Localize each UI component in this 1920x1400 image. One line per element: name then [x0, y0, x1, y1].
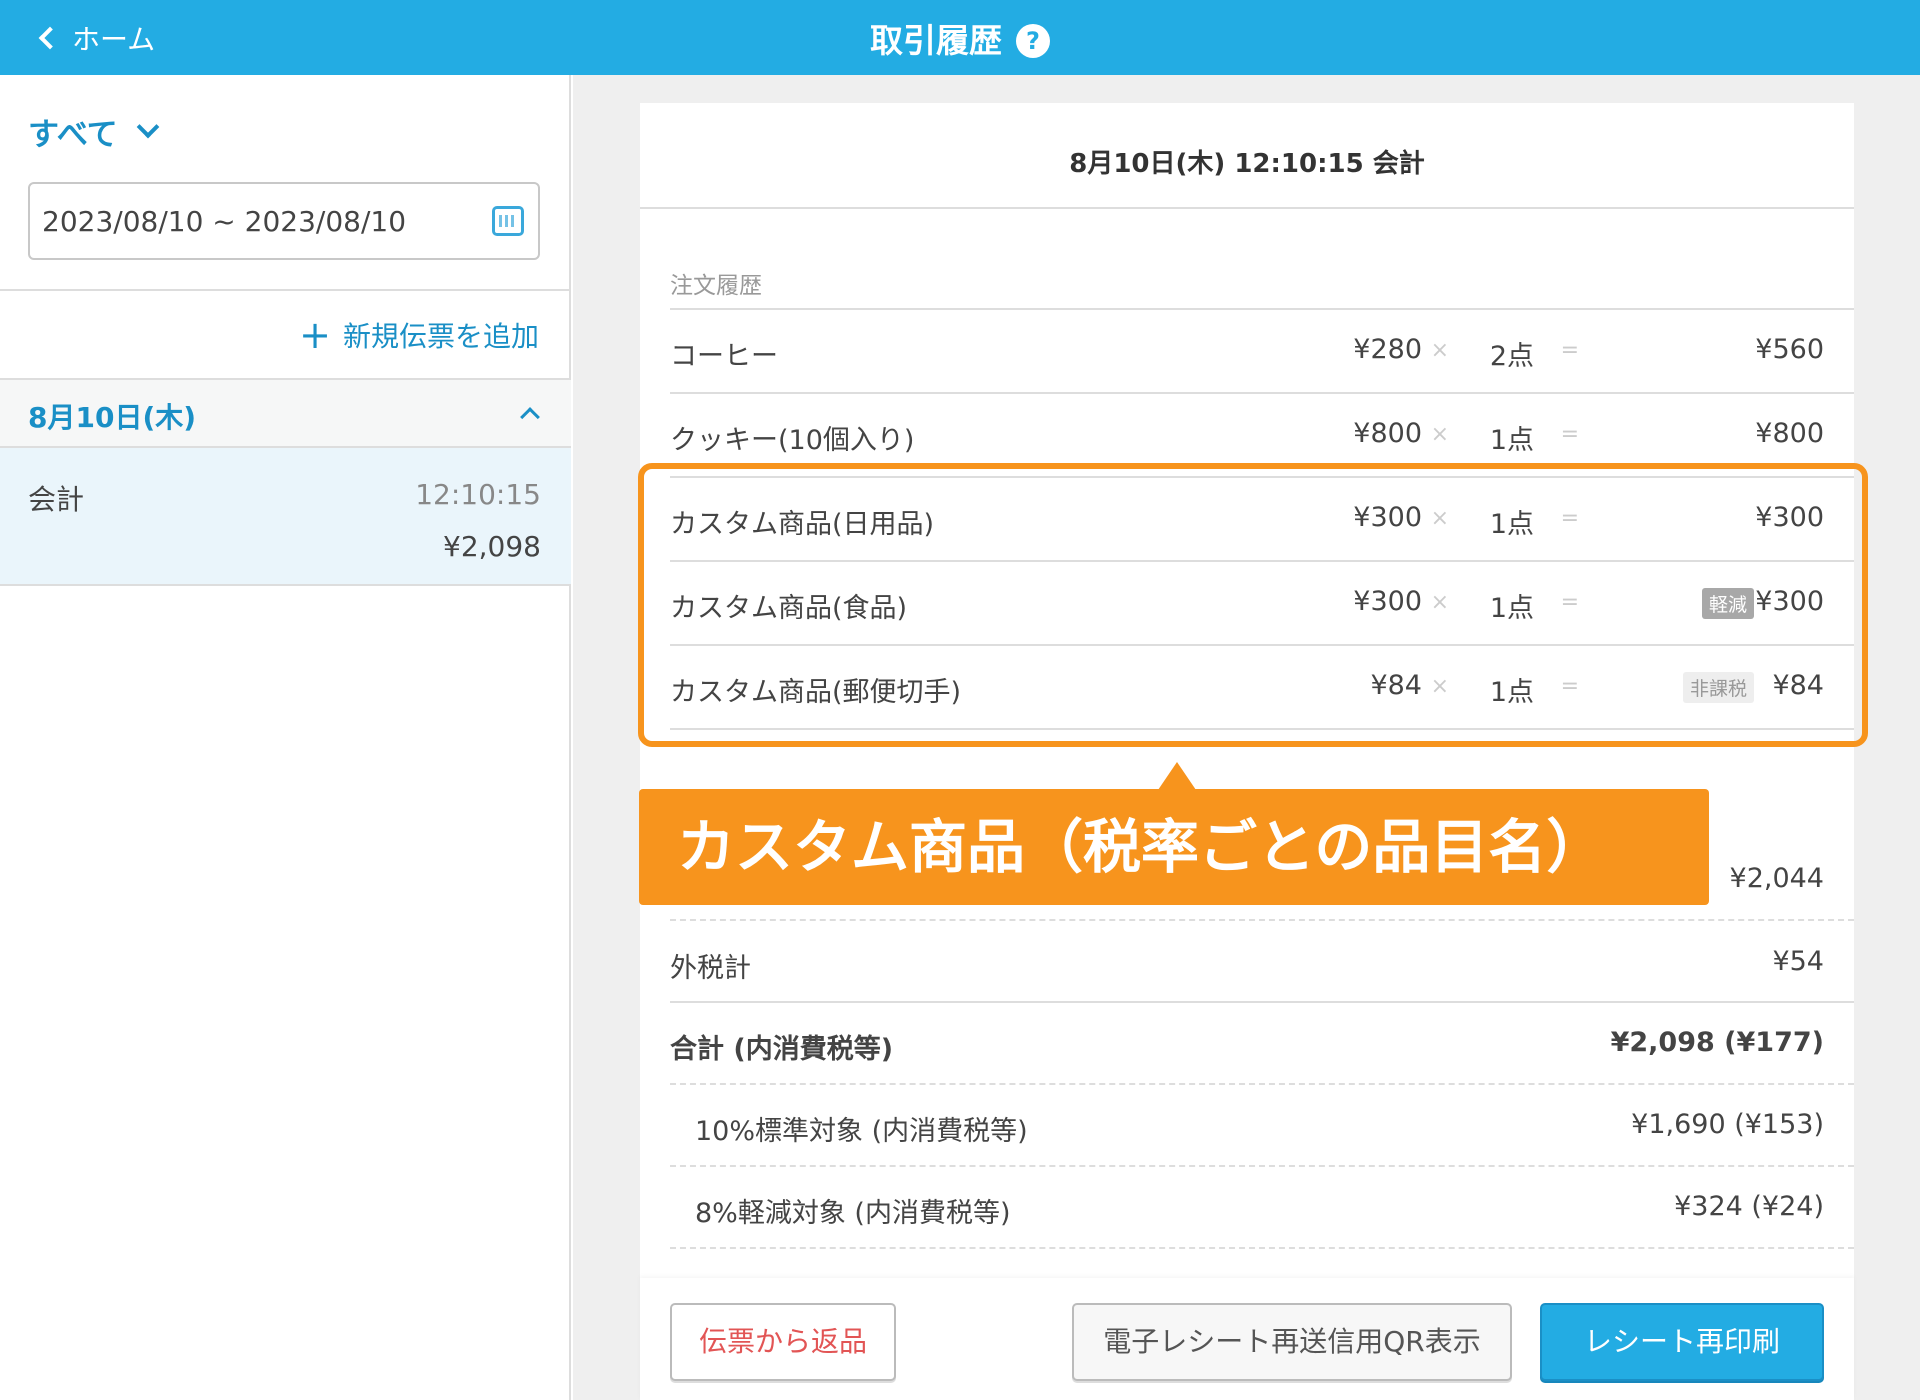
item-quantity: 1点 [1489, 593, 1534, 624]
order-item-row: カスタム商品(郵便切手) ¥84 × 1点 = 非課税 ¥84 [670, 644, 1854, 728]
sidebar-divider [0, 289, 571, 291]
date-group-label: 8月10日(木) [28, 401, 197, 434]
dashed-divider [670, 1247, 1854, 1249]
item-unit-price: ¥300 [1353, 502, 1422, 533]
item-total: ¥84 [1772, 670, 1824, 701]
filter-label: すべて [28, 117, 118, 153]
calendar-icon[interactable] [492, 206, 524, 236]
subtotal-value: ¥2,044 [1729, 863, 1824, 894]
item-quantity: 1点 [1489, 425, 1534, 456]
divider [670, 1001, 1854, 1003]
equals-sign: = [1560, 338, 1579, 363]
equals-sign: = [1560, 590, 1579, 615]
return-from-slip-button[interactable]: 伝票から返品 [670, 1303, 896, 1381]
dashed-divider [670, 919, 1854, 921]
times-sign: × [1430, 506, 1449, 531]
plus-icon: + [299, 313, 331, 357]
top-bar: ホーム 取引履歴? [0, 0, 1920, 75]
times-sign: × [1430, 674, 1449, 699]
add-slip-button[interactable]: + 新規伝票を追加 [299, 315, 539, 355]
receipt-qr-button[interactable]: 電子レシート再送信用QR表示 [1072, 1303, 1512, 1381]
row-divider [670, 728, 1854, 730]
reduced-rate-value: ¥324 (¥24) [1674, 1191, 1824, 1222]
annotation-pointer [1158, 762, 1196, 790]
chevron-up-icon [520, 407, 540, 427]
standard-rate-label: 10%標準対象 (内消費税等) [695, 1116, 1028, 1147]
outer-tax-value: ¥54 [1772, 946, 1824, 977]
order-item-row: クッキー(10個入り) ¥800 × 1点 = ¥800 [670, 392, 1854, 476]
item-quantity: 1点 [1489, 509, 1534, 540]
standard-rate-value: ¥1,690 (¥153) [1631, 1109, 1824, 1140]
date-range-value: 2023/08/10 ~ 2023/08/10 [42, 204, 407, 238]
times-sign: × [1430, 422, 1449, 447]
page-title-text: 取引履歴 [870, 21, 1002, 60]
filter-dropdown[interactable]: すべて [28, 109, 159, 154]
chevron-down-icon [136, 115, 159, 138]
transaction-item[interactable]: 会計 12:10:15 ¥2,098 [0, 448, 571, 586]
item-quantity: 2点 [1489, 341, 1534, 372]
equals-sign: = [1560, 506, 1579, 531]
annotation-callout: カスタム商品（税率ごとの品目名） [639, 789, 1709, 905]
equals-sign: = [1560, 674, 1579, 699]
order-item-row: カスタム商品(日用品) ¥300 × 1点 = ¥300 [670, 476, 1854, 560]
reduced-tax-badge: 軽減 [1701, 588, 1754, 619]
total-label: 合計 (内消費税等) [670, 1034, 894, 1065]
transaction-name: 会計 [28, 483, 85, 516]
dashed-divider [670, 1083, 1854, 1085]
date-range-field[interactable]: 2023/08/10 ~ 2023/08/10 [28, 182, 540, 260]
times-sign: × [1430, 590, 1449, 615]
item-total: ¥560 [1755, 334, 1824, 365]
item-total: ¥300 [1755, 586, 1824, 617]
order-item-row: コーヒー ¥280 × 2点 = ¥560 [670, 308, 1854, 392]
help-icon[interactable]: ? [1016, 24, 1050, 58]
item-unit-price: ¥280 [1353, 334, 1422, 365]
item-quantity: 1点 [1489, 677, 1534, 708]
item-name: カスタム商品(日用品) [670, 509, 935, 540]
order-history-label: 注文履歴 [670, 273, 762, 299]
receipt-heading: 8月10日(木) 12:10:15 会計 [640, 103, 1854, 209]
transaction-amount: ¥2,098 [443, 530, 541, 563]
item-name: クッキー(10個入り) [670, 425, 915, 456]
order-item-row: カスタム商品(食品) ¥300 × 1点 = 軽減 ¥300 [670, 560, 1854, 644]
action-bar: 伝票から返品 電子レシート再送信用QR表示 レシート再印刷 [640, 1278, 1854, 1400]
main-area: 8月10日(木) 12:10:15 会計 注文履歴 コーヒー ¥280 × 2点… [573, 75, 1920, 1400]
tax-exempt-badge: 非課税 [1682, 672, 1754, 703]
total-value: ¥2,098 (¥177) [1610, 1027, 1824, 1058]
item-total: ¥300 [1755, 502, 1824, 533]
equals-sign: = [1560, 422, 1579, 447]
item-unit-price: ¥84 [1370, 670, 1422, 701]
receipt-panel: 8月10日(木) 12:10:15 会計 注文履歴 コーヒー ¥280 × 2点… [640, 103, 1854, 1400]
item-unit-price: ¥300 [1353, 586, 1422, 617]
order-items: コーヒー ¥280 × 2点 = ¥560 クッキー(10個入り) ¥800 ×… [670, 308, 1854, 730]
dashed-divider [670, 1165, 1854, 1167]
times-sign: × [1430, 338, 1449, 363]
item-name: カスタム商品(食品) [670, 593, 908, 624]
reduced-rate-label: 8%軽減対象 (内消費税等) [695, 1198, 1011, 1229]
item-unit-price: ¥800 [1353, 418, 1422, 449]
page-title: 取引履歴? [0, 14, 1920, 62]
outer-tax-label: 外税計 [670, 953, 751, 984]
add-slip-label: 新規伝票を追加 [342, 320, 539, 353]
date-group-header[interactable]: 8月10日(木) [0, 378, 571, 448]
item-total: ¥800 [1755, 418, 1824, 449]
item-name: コーヒー [670, 341, 778, 372]
transaction-time: 12:10:15 [415, 478, 541, 511]
reprint-receipt-button[interactable]: レシート再印刷 [1540, 1303, 1824, 1381]
item-name: カスタム商品(郵便切手) [670, 677, 962, 708]
sidebar: すべて 2023/08/10 ~ 2023/08/10 + 新規伝票を追加 8月… [0, 75, 571, 1400]
